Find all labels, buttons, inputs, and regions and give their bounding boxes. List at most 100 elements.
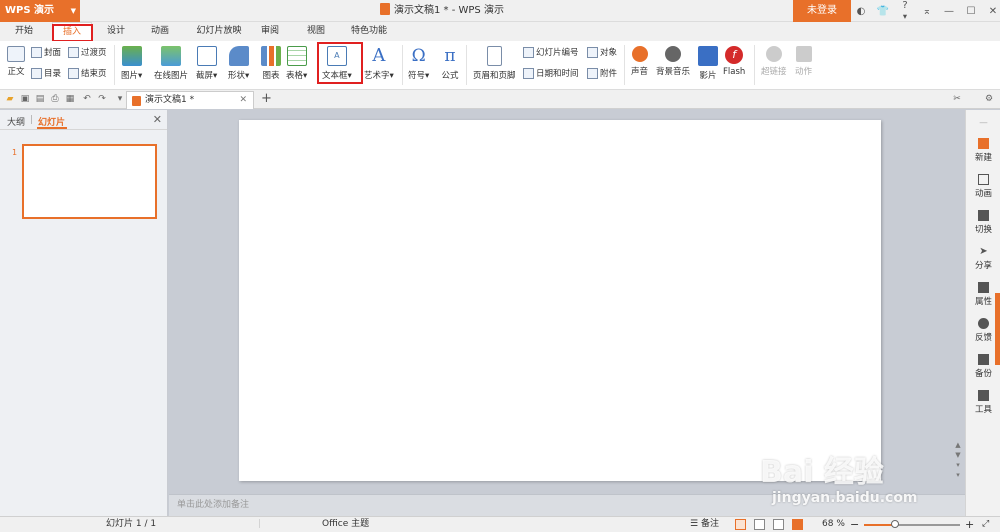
formula-button[interactable]: π 公式	[440, 46, 460, 81]
save-icon[interactable]: ▣	[20, 94, 30, 104]
header-footer-icon	[486, 46, 502, 66]
movie-button[interactable]: 影片	[698, 46, 718, 81]
ribbon: 正文 封面 过渡页 目录 结束页 图片▾ 在线图片 截屏▾ 形状▾ 图表 表格▾…	[0, 41, 1000, 90]
chart-button[interactable]: 图表	[261, 46, 281, 81]
sidebar-item-transition[interactable]: 切换	[966, 210, 1000, 235]
redo-icon[interactable]: ↷	[97, 94, 107, 104]
chart-icon	[261, 46, 281, 66]
symbol-button[interactable]: Ω 符号▾	[408, 46, 429, 81]
quick-access-bar: ▰ ▣ ▤ ⎙ ▦ ↶ ↷ ▾ 演示文稿1 * ✕ + ✂ ⚙	[0, 90, 1000, 109]
shape-icon	[228, 46, 249, 66]
header-footer-button[interactable]: 页眉和页脚	[473, 46, 516, 81]
cover-button[interactable]: 封面	[31, 46, 61, 58]
normal-view-icon[interactable]	[735, 519, 746, 530]
new-tab-icon[interactable]: +	[261, 90, 272, 108]
slide-number-button[interactable]: 幻灯片编号	[523, 46, 579, 58]
online-picture-icon	[161, 46, 181, 66]
tab-home[interactable]: 开始	[8, 22, 40, 41]
end-page-button[interactable]: 结束页	[68, 67, 107, 79]
sound-button[interactable]: 声音	[631, 46, 648, 77]
undo-icon[interactable]: ↶	[82, 94, 92, 104]
help-icon[interactable]: ?▾	[898, 0, 912, 22]
action-button[interactable]: 动作	[795, 46, 812, 77]
toolbox-icon	[978, 390, 989, 401]
maximize-icon[interactable]: ☐	[964, 6, 978, 17]
slide-canvas[interactable]	[239, 120, 881, 481]
highlight-box-textbox	[317, 42, 363, 84]
tab-view[interactable]: 视图	[300, 22, 332, 41]
open-folder-icon[interactable]: ▰	[5, 94, 15, 104]
speaker-icon	[631, 46, 648, 62]
transition-page-icon	[68, 46, 79, 58]
print-icon[interactable]: ⎙	[50, 94, 60, 104]
zhengwen-button[interactable]: 正文	[5, 46, 27, 77]
shape-button[interactable]: 形状▾	[228, 46, 249, 81]
tab-design[interactable]: 设计	[100, 22, 132, 41]
tab-special[interactable]: 特色功能	[344, 22, 394, 41]
scroll-arrows[interactable]: ▲ ▼ ▾ ▾	[952, 440, 964, 480]
slideshow-icon[interactable]	[792, 519, 803, 530]
highlight-box-insert-tab	[52, 24, 93, 42]
slide-thumbnail[interactable]	[22, 144, 157, 219]
table-button[interactable]: 表格▾	[286, 46, 307, 81]
sidebar-item-tools[interactable]: 工具	[966, 390, 1000, 415]
wordart-button[interactable]: A 艺术字▾	[364, 45, 394, 82]
flash-button[interactable]: f Flash	[723, 46, 745, 77]
attachment-button[interactable]: 附件	[587, 67, 617, 79]
preview-icon[interactable]: ▦	[65, 94, 75, 104]
transition-page-button[interactable]: 过渡页	[68, 46, 107, 58]
hyperlink-button[interactable]: 超链接	[761, 46, 787, 77]
skin-icon[interactable]: ◐	[854, 6, 868, 17]
window-title: 演示文稿1 * - WPS 演示	[380, 0, 504, 22]
notes-toggle[interactable]: ☰ 备注	[690, 517, 719, 532]
flash-icon: f	[725, 46, 744, 64]
globe-icon	[765, 46, 782, 62]
layout-icon	[7, 46, 25, 62]
close-tab-icon[interactable]: ✕	[239, 92, 247, 109]
sidebar-item-animation[interactable]: 动画	[966, 174, 1000, 199]
bg-music-button[interactable]: 背景音乐	[656, 46, 690, 77]
login-button[interactable]: 未登录	[793, 0, 851, 22]
backup-icon	[978, 354, 989, 365]
customize-dropdown-icon[interactable]: ▾	[115, 94, 125, 104]
collapse-icon[interactable]: ⌅	[920, 6, 934, 17]
datetime-button[interactable]: 日期和时间	[523, 67, 579, 79]
notes-icon: ☰	[690, 519, 699, 529]
tab-review[interactable]: 审阅	[254, 22, 286, 41]
picture-button[interactable]: 图片▾	[121, 46, 142, 81]
new-doc-icon	[978, 138, 989, 149]
online-picture-button[interactable]: 在线图片	[154, 46, 188, 81]
toc-button[interactable]: 目录	[31, 67, 61, 79]
app-menu-button[interactable]: WPS 演示 ▼	[0, 0, 80, 22]
screenshot-button[interactable]: 截屏▾	[196, 46, 217, 81]
attachment-icon	[587, 67, 598, 79]
export-icon[interactable]: ▤	[35, 94, 45, 104]
tools-icon[interactable]: ✂	[952, 94, 962, 104]
sorter-view-icon[interactable]	[754, 519, 765, 530]
shirt-icon[interactable]: 👕	[876, 6, 890, 17]
sidebar-item-new[interactable]: 新建	[966, 138, 1000, 163]
settings-icon[interactable]: ⚙	[984, 94, 994, 104]
tab-animation[interactable]: 动画	[144, 22, 176, 41]
object-button[interactable]: 对象	[587, 46, 617, 58]
tab-outline[interactable]: 大纲	[7, 115, 25, 128]
wordart-icon: A	[372, 45, 386, 66]
tab-slideshow[interactable]: 幻灯片放映	[188, 22, 250, 41]
slide-canvas-area	[169, 110, 965, 494]
document-tab[interactable]: 演示文稿1 * ✕	[126, 91, 254, 109]
zoom-in-icon[interactable]: +	[965, 517, 974, 532]
zoom-out-icon[interactable]: −	[850, 517, 859, 532]
close-panel-icon[interactable]: ✕	[153, 113, 162, 126]
minimize-icon[interactable]: —	[942, 6, 956, 17]
sidebar-toggle-handle[interactable]	[995, 293, 1000, 365]
object-icon	[587, 46, 598, 58]
close-icon[interactable]: ✕	[986, 6, 1000, 17]
sidebar-item-share[interactable]: ➤ 分享	[966, 246, 1000, 271]
toc-icon	[31, 67, 42, 79]
zoom-slider-thumb[interactable]	[890, 520, 899, 528]
pi-icon: π	[444, 46, 456, 66]
zoom-level[interactable]: 68 %	[822, 517, 845, 532]
reading-view-icon[interactable]	[773, 519, 784, 530]
fit-window-icon[interactable]: ⤢	[982, 517, 989, 532]
slides-panel: 大纲 | 幻灯片 ✕ 1	[0, 110, 168, 516]
